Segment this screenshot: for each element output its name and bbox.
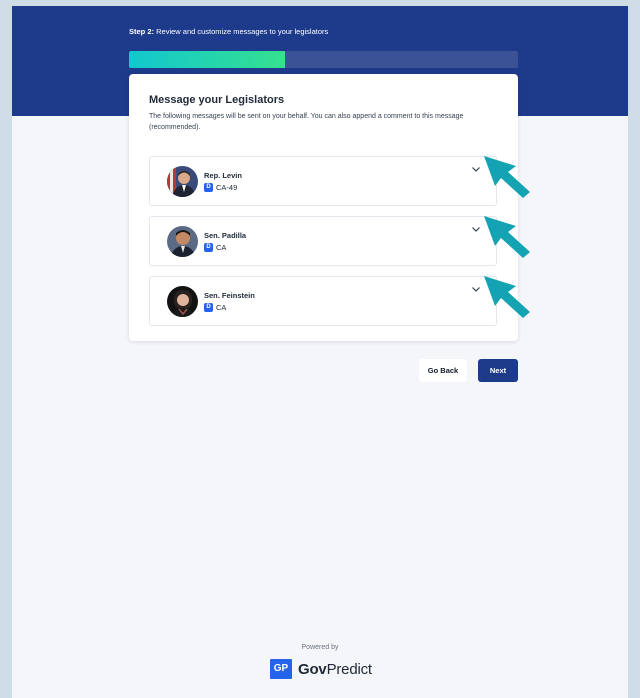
step-text: Review and customize messages to your le… bbox=[156, 27, 329, 36]
legislator-name: Sen. Padilla bbox=[204, 231, 247, 240]
legislator-avatar bbox=[167, 286, 198, 317]
legislator-card-padilla[interactable]: Sen. Padilla D CA bbox=[149, 216, 497, 266]
step-indicator: Step 2: Review and customize messages to… bbox=[129, 27, 328, 36]
card-title: Message your Legislators bbox=[149, 94, 285, 106]
step-label: Step 2: bbox=[129, 27, 155, 36]
legislator-card-feinstein[interactable]: Sen. Feinstein D CA bbox=[149, 276, 497, 326]
legislator-card-levin[interactable]: Rep. Levin D CA-49 bbox=[149, 156, 497, 206]
govpredict-logo[interactable]: GP GovPredict bbox=[270, 658, 372, 680]
page-frame: Step 2: Review and customize messages to… bbox=[12, 6, 628, 698]
legislator-name: Rep. Levin bbox=[204, 171, 242, 180]
powered-by-label: Powered by bbox=[301, 644, 339, 651]
next-button[interactable]: Next bbox=[478, 359, 518, 382]
legislator-district: CA bbox=[216, 303, 227, 312]
legislator-district: CA bbox=[216, 243, 227, 252]
chevron-down-icon[interactable] bbox=[470, 163, 482, 175]
chevron-down-icon[interactable] bbox=[470, 223, 482, 235]
legislator-district: CA-49 bbox=[216, 183, 238, 192]
message-card: Message your Legislators The following m… bbox=[129, 74, 518, 341]
party-badge: D bbox=[204, 243, 213, 252]
legislator-avatar bbox=[167, 166, 198, 197]
legislator-name: Sen. Feinstein bbox=[204, 291, 255, 300]
logo-text-bold: Gov bbox=[298, 660, 327, 678]
chevron-down-icon[interactable] bbox=[470, 283, 482, 295]
annotation-arrow-icon bbox=[482, 214, 532, 260]
progress-fill bbox=[129, 51, 285, 68]
legislator-avatar bbox=[167, 226, 198, 257]
annotation-arrow-icon bbox=[482, 274, 532, 320]
logo-text-rest: Predict bbox=[326, 660, 372, 678]
party-badge: D bbox=[204, 183, 213, 192]
logo-mark: GP bbox=[270, 659, 292, 679]
annotation-arrow-icon bbox=[482, 154, 532, 200]
go-back-button[interactable]: Go Back bbox=[419, 359, 467, 382]
card-description: The following messages will be sent on y… bbox=[149, 113, 464, 131]
logo-text: GovPredict bbox=[298, 661, 372, 678]
party-badge: D bbox=[204, 303, 213, 312]
progress-bar bbox=[129, 51, 518, 68]
